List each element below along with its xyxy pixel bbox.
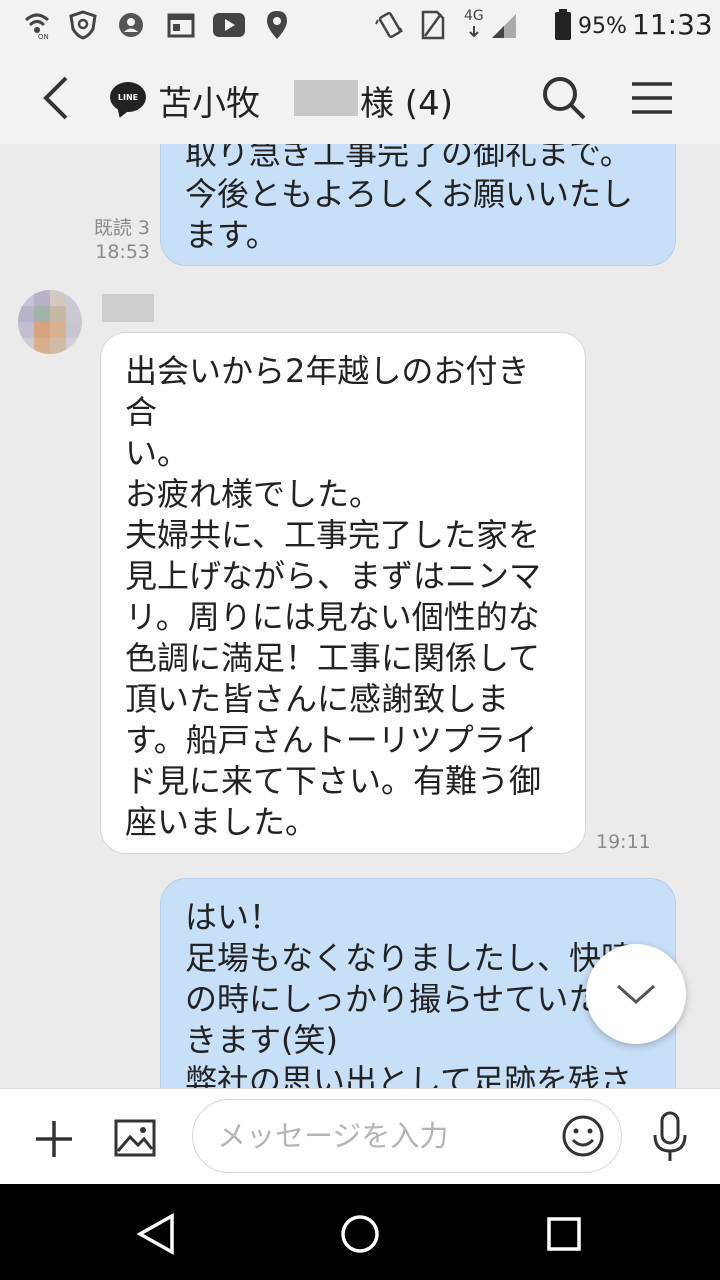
calendar-icon	[164, 10, 198, 40]
shield-icon	[66, 10, 100, 40]
system-navigation-bar	[0, 1184, 720, 1280]
message-time: 18:53	[95, 241, 150, 263]
account-sync-icon	[116, 10, 150, 40]
message-bubble-incoming[interactable]: 出会いから2年越しのお付き合 い。 お疲れ様でした。 夫婦共に、工事完了した家を…	[100, 332, 586, 854]
add-button[interactable]	[30, 1115, 78, 1163]
menu-icon	[632, 82, 672, 114]
status-bar: ON 4G 95% 11:33	[0, 0, 720, 52]
scroll-to-bottom-button[interactable]	[586, 944, 686, 1044]
chevron-down-icon	[617, 984, 655, 1005]
nav-back-button[interactable]	[132, 1210, 180, 1258]
nav-back-icon	[136, 1213, 174, 1255]
message-input[interactable]	[217, 1114, 547, 1158]
nav-home-button[interactable]	[336, 1210, 384, 1258]
clock: 11:33	[632, 8, 713, 41]
microphone-button[interactable]	[650, 1111, 690, 1163]
search-button[interactable]	[540, 74, 588, 122]
wifi-calling-icon: ON	[20, 10, 54, 40]
youtube-icon	[210, 10, 248, 40]
back-arrow-icon	[43, 76, 68, 120]
message-text: 取り急ぎ工事完了の御礼まで。 今後ともよろしくお願いいたし ます。	[185, 144, 634, 254]
no-sim-icon	[416, 10, 450, 40]
menu-button[interactable]	[628, 74, 676, 122]
plus-icon	[36, 1121, 72, 1157]
microphone-icon	[653, 1111, 687, 1161]
nav-recents-icon	[547, 1217, 581, 1251]
message-time: 19:11	[596, 831, 651, 853]
chat-title[interactable]: 苫小牧	[158, 76, 260, 125]
signal-icon: 4G	[462, 8, 522, 40]
location-pin-icon	[262, 10, 292, 40]
message-text: はい！ 足場もなくなりましたし、快晴 の時にしっかり撮らせていただ きます(笑)…	[185, 898, 634, 1088]
message-field[interactable]	[192, 1099, 622, 1173]
message-input-bar	[0, 1088, 720, 1184]
vibrate-icon	[372, 10, 406, 40]
emoji-button[interactable]	[561, 1114, 605, 1158]
chat-member-count[interactable]: 様 (4)	[360, 76, 453, 125]
battery-icon	[552, 9, 574, 40]
message-bubble-outgoing[interactable]: 取り急ぎ工事完了の御礼まで。 今後ともよろしくお願いいたし ます。	[160, 144, 676, 266]
chat-messages[interactable]: 取り急ぎ工事完了の御礼まで。 今後ともよろしくお願いいたし ます。 既読 3 1…	[0, 144, 720, 1088]
avatar[interactable]	[18, 290, 82, 354]
blurred-name	[294, 80, 358, 116]
sender-name-blurred	[102, 294, 154, 322]
back-button[interactable]	[30, 70, 86, 126]
network-type: 4G	[464, 8, 484, 24]
read-receipt: 既読 3	[93, 217, 150, 239]
line-logo-icon: LINE	[110, 82, 146, 112]
message-text: 出会いから2年越しのお付き合 い。 お疲れ様でした。 夫婦共に、工事完了した家を…	[125, 352, 542, 841]
image-icon	[114, 1119, 156, 1157]
emoji-icon	[562, 1115, 604, 1157]
search-icon	[543, 77, 586, 120]
chat-header: LINE 苫小牧 様 (4)	[0, 52, 720, 144]
message-meta: 既読 3 18:53	[64, 216, 150, 264]
battery-percent: 95%	[578, 14, 627, 39]
nav-recents-button[interactable]	[540, 1210, 588, 1258]
nav-home-icon	[341, 1215, 379, 1253]
line-logo-text: LINE	[117, 92, 139, 102]
svg-text:ON: ON	[38, 33, 49, 40]
image-button[interactable]	[112, 1117, 158, 1159]
